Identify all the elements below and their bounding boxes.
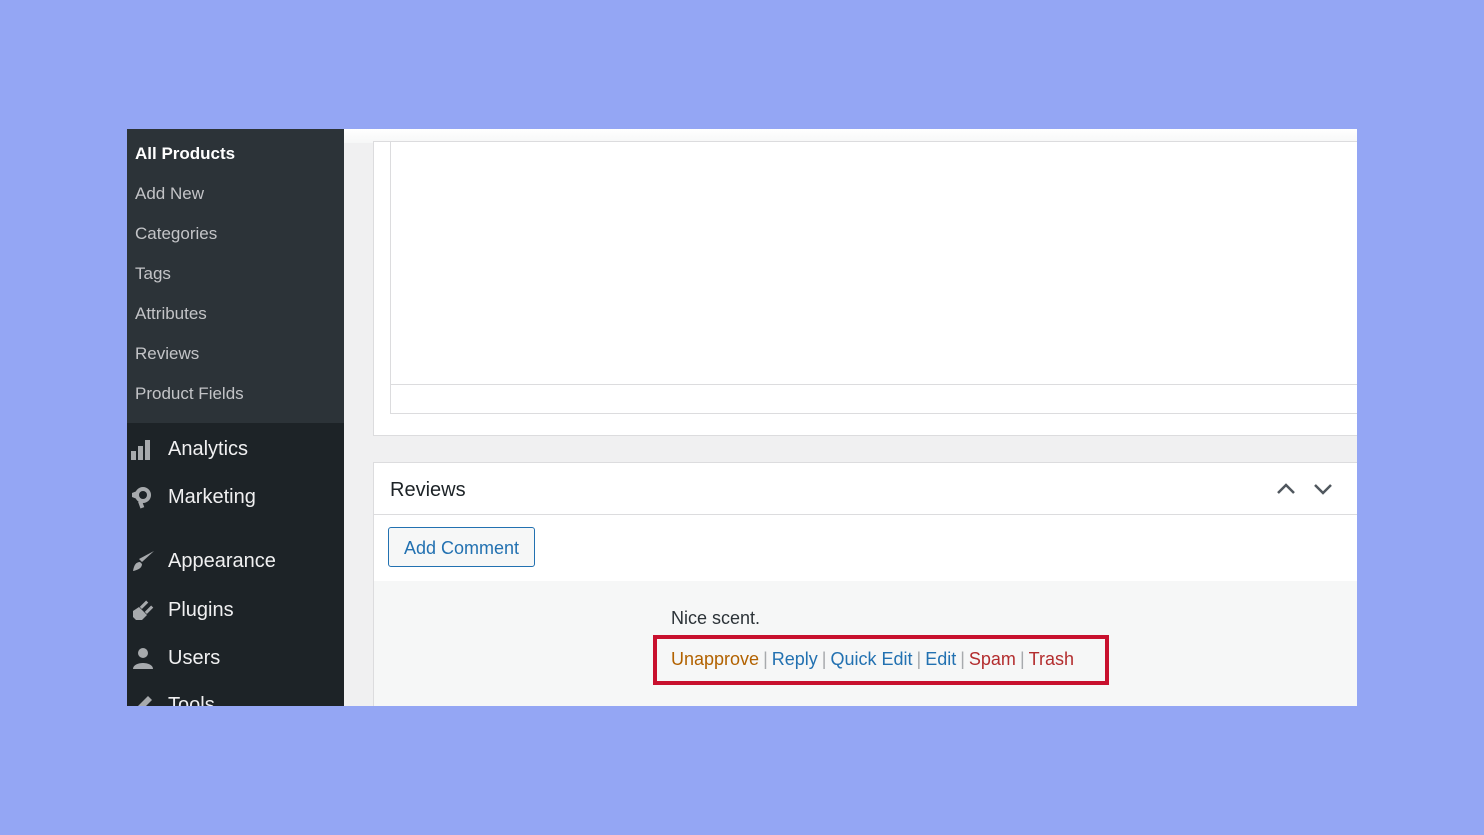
add-comment-button[interactable]: Add Comment (388, 527, 535, 567)
editor-status-bar (390, 385, 1357, 414)
menu-item-marketing[interactable]: Marketing (127, 479, 344, 515)
highlight-box (653, 635, 1109, 685)
menu-item-plugins[interactable]: Plugins (127, 592, 344, 628)
comment-text: Nice scent. (671, 608, 761, 628)
users-icon (130, 646, 156, 670)
menu-label-users: Users (168, 647, 221, 669)
tools-icon (130, 693, 156, 706)
submenu-all-products[interactable]: All Products (135, 144, 235, 164)
paintbrush-icon (130, 549, 156, 573)
menu-label-appearance: Appearance (168, 550, 276, 572)
editor-textarea[interactable] (390, 142, 1357, 385)
chevron-down-icon[interactable] (1311, 477, 1335, 501)
menu-item-analytics[interactable]: Analytics (127, 431, 344, 467)
submenu-add-new[interactable]: Add New (135, 184, 204, 204)
editor-metabox (373, 141, 1357, 436)
admin-screenshot: All Products Add New Categories Tags Att… (127, 129, 1357, 706)
submenu-product-fields[interactable]: Product Fields (135, 384, 244, 404)
menu-label-marketing: Marketing (168, 486, 256, 508)
menu-item-users[interactable]: Users (127, 640, 344, 676)
analytics-icon (130, 437, 156, 461)
main-content: Reviews Add Comment Nice scent. Unapprov… (344, 129, 1357, 706)
reviews-title: Reviews (390, 479, 466, 501)
menu-label-tools: Tools (168, 694, 215, 706)
chevron-up-icon[interactable] (1274, 477, 1298, 501)
menu-label-plugins: Plugins (168, 599, 234, 621)
submenu-reviews[interactable]: Reviews (135, 344, 199, 364)
submenu-tags[interactable]: Tags (135, 264, 171, 284)
plugin-icon (130, 598, 156, 622)
megaphone-icon (130, 485, 156, 509)
products-submenu: All Products Add New Categories Tags Att… (127, 129, 344, 423)
submenu-attributes[interactable]: Attributes (135, 304, 207, 324)
menu-item-appearance[interactable]: Appearance (127, 543, 344, 579)
admin-sidebar: All Products Add New Categories Tags Att… (127, 129, 344, 706)
reviews-header: Reviews (374, 463, 1357, 515)
menu-item-tools[interactable]: Tools (127, 687, 344, 706)
submenu-categories[interactable]: Categories (135, 224, 217, 244)
menu-label-analytics: Analytics (168, 438, 249, 460)
